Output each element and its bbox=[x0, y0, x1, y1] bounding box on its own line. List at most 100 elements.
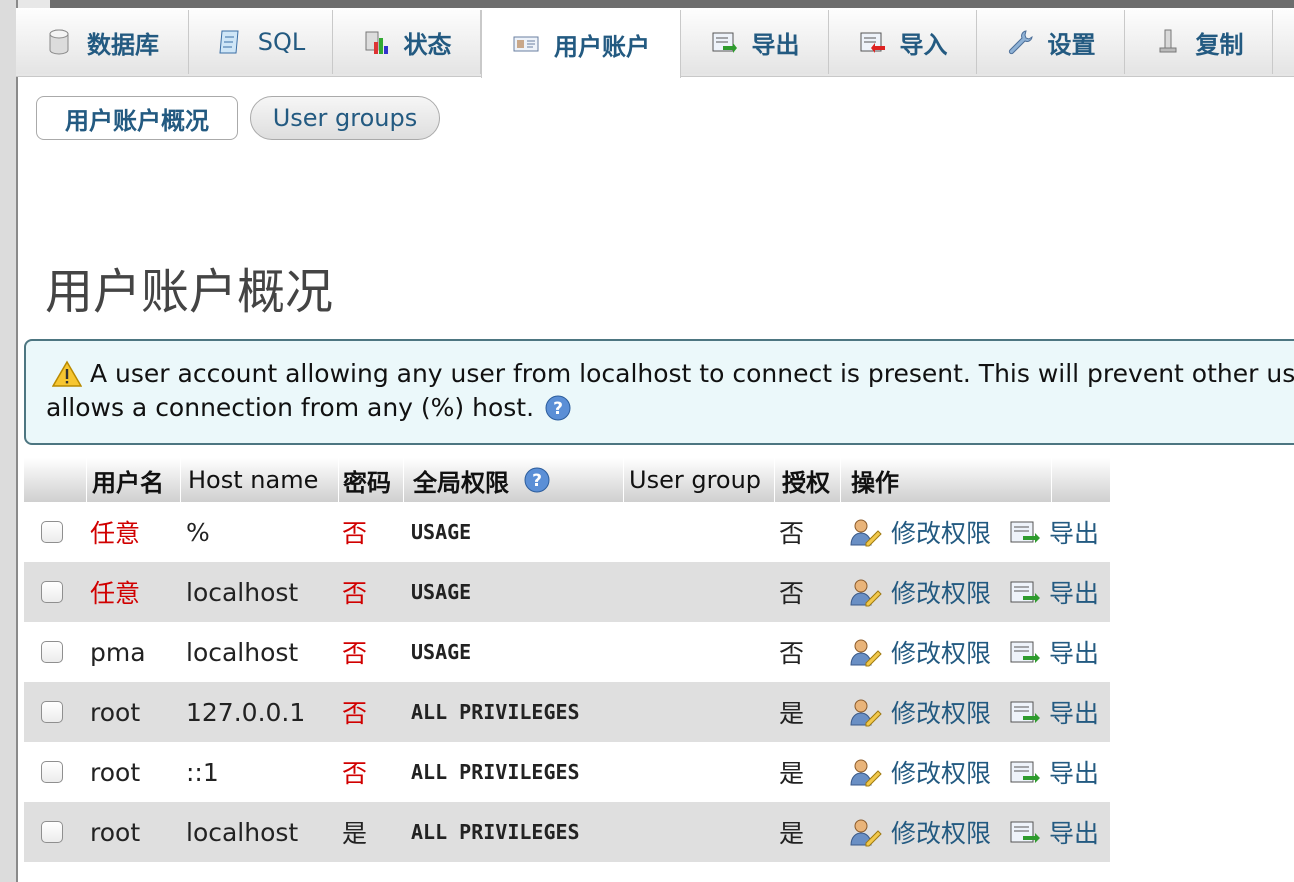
header-hostname[interactable]: Host name bbox=[188, 458, 339, 502]
page-title: 用户账户概况 bbox=[45, 264, 334, 321]
row-checkbox-cell bbox=[41, 682, 63, 742]
tab-label: 导入 bbox=[899, 30, 948, 59]
cell-username: 任意 bbox=[90, 579, 141, 608]
cell-global-privileges: USAGE bbox=[411, 580, 472, 604]
export-label: 导出 bbox=[1049, 579, 1100, 608]
main-tabbar: 数据库 SQL 状态 用户账户 导出 导入 设置 复制 bbox=[16, 8, 1294, 78]
export-icon bbox=[1009, 698, 1041, 726]
header-password[interactable]: 密码 bbox=[343, 458, 404, 502]
tab-export[interactable]: 导出 bbox=[681, 10, 829, 74]
export-label: 导出 bbox=[1049, 819, 1100, 848]
cell-hostname: 127.0.0.1 bbox=[186, 697, 306, 727]
edit-privileges-link[interactable]: 修改权限 bbox=[849, 562, 991, 622]
tab-label: 复制 bbox=[1195, 30, 1244, 59]
cell-global-privileges: ALL PRIVILEGES bbox=[411, 820, 580, 844]
tab-label: 数据库 bbox=[87, 30, 159, 59]
notice-line-2: allows a connection from any (%) host. ? bbox=[46, 393, 572, 422]
row-checkbox[interactable] bbox=[41, 641, 63, 663]
edit-privileges-link[interactable]: 修改权限 bbox=[849, 742, 991, 802]
cell-username: root bbox=[90, 697, 141, 727]
table-row: root localhost 是 ALL PRIVILEGES 是 修改权限 导… bbox=[24, 802, 1110, 862]
tab-import[interactable]: 导入 bbox=[829, 10, 977, 74]
export-link[interactable]: 导出 bbox=[1009, 682, 1099, 742]
cell-username: root bbox=[90, 817, 141, 847]
edit-privileges-link[interactable]: 修改权限 bbox=[849, 802, 991, 862]
tab-status[interactable]: 状态 bbox=[333, 10, 481, 74]
import-icon bbox=[858, 28, 886, 56]
row-checkbox[interactable] bbox=[41, 821, 63, 843]
export-label: 导出 bbox=[1049, 519, 1100, 548]
svg-text:?: ? bbox=[553, 399, 563, 419]
edit-privileges-icon bbox=[849, 817, 883, 847]
edit-privileges-link[interactable]: 修改权限 bbox=[849, 682, 991, 742]
tab-label: 用户账户 bbox=[554, 32, 650, 61]
tab-settings[interactable]: 设置 bbox=[977, 10, 1125, 74]
cell-global-privileges: ALL PRIVILEGES bbox=[411, 760, 580, 784]
cell-password: 否 bbox=[342, 519, 368, 548]
table-row: 任意 localhost 否 USAGE 否 修改权限 导出 bbox=[24, 562, 1110, 622]
cell-hostname: ::1 bbox=[186, 757, 219, 787]
edit-privileges-icon bbox=[849, 517, 883, 547]
tab-label: 设置 bbox=[1047, 30, 1096, 59]
table-row: root ::1 否 ALL PRIVILEGES 是 修改权限 导出 bbox=[24, 742, 1110, 802]
help-icon[interactable]: ? bbox=[544, 394, 572, 422]
tab-database[interactable]: 数据库 bbox=[16, 10, 189, 74]
export-icon bbox=[1009, 758, 1041, 786]
edit-privileges-label: 修改权限 bbox=[891, 579, 992, 608]
top-strip bbox=[0, 0, 1294, 8]
notice-line-1: A user account allowing any user from lo… bbox=[52, 359, 1294, 388]
header-user-group[interactable]: User group bbox=[629, 458, 775, 502]
export-link[interactable]: 导出 bbox=[1009, 562, 1099, 622]
tab-user-accounts[interactable]: 用户账户 bbox=[481, 10, 681, 78]
export-link[interactable]: 导出 bbox=[1009, 742, 1099, 802]
header-global-privileges-label: 全局权限 bbox=[413, 468, 509, 497]
edit-privileges-icon bbox=[849, 697, 883, 727]
row-checkbox-cell bbox=[41, 742, 63, 802]
row-checkbox-cell bbox=[41, 802, 63, 862]
sql-icon bbox=[216, 28, 244, 56]
row-checkbox[interactable] bbox=[41, 521, 63, 543]
header-global-privileges[interactable]: 全局权限 ? bbox=[413, 458, 624, 502]
cell-hostname: % bbox=[186, 517, 210, 547]
export-icon bbox=[1009, 818, 1041, 846]
export-link[interactable]: 导出 bbox=[1009, 622, 1099, 682]
header-grant[interactable]: 授权 bbox=[782, 458, 841, 502]
table-row: 任意 % 否 USAGE 否 修改权限 导出 bbox=[24, 502, 1110, 562]
export-link[interactable]: 导出 bbox=[1009, 802, 1099, 862]
tab-label: SQL bbox=[257, 28, 306, 56]
header-username[interactable]: 用户名 bbox=[92, 458, 181, 502]
row-checkbox[interactable] bbox=[41, 761, 63, 783]
export-icon bbox=[1009, 518, 1041, 546]
help-icon[interactable]: ? bbox=[523, 466, 551, 494]
cell-global-privileges: USAGE bbox=[411, 520, 472, 544]
edit-privileges-link[interactable]: 修改权限 bbox=[849, 622, 991, 682]
row-checkbox[interactable] bbox=[41, 581, 63, 603]
tab-sql[interactable]: SQL bbox=[189, 10, 333, 74]
cell-grant: 是 bbox=[779, 759, 805, 788]
notice-text-1: A user account allowing any user from lo… bbox=[90, 359, 1294, 388]
cell-hostname: localhost bbox=[186, 817, 299, 847]
edit-privileges-icon bbox=[849, 637, 883, 667]
export-icon bbox=[1009, 638, 1041, 666]
cell-username: pma bbox=[90, 637, 146, 667]
export-link[interactable]: 导出 bbox=[1009, 502, 1099, 562]
cell-global-privileges: ALL PRIVILEGES bbox=[411, 700, 580, 724]
cell-grant: 否 bbox=[779, 579, 805, 608]
tab-more[interactable] bbox=[1273, 10, 1294, 74]
row-checkbox-cell bbox=[41, 562, 63, 622]
edit-privileges-label: 修改权限 bbox=[891, 639, 992, 668]
tab-replication[interactable]: 复制 bbox=[1125, 10, 1273, 74]
settings-wrench-icon bbox=[1006, 28, 1034, 56]
cell-username: 任意 bbox=[90, 519, 141, 548]
phpmyadmin-window: 数据库 SQL 状态 用户账户 导出 导入 设置 复制 用户账户概况 User … bbox=[0, 0, 1294, 882]
cell-username: root bbox=[90, 757, 141, 787]
warning-notice: A user account allowing any user from lo… bbox=[24, 339, 1294, 445]
row-checkbox[interactable] bbox=[41, 701, 63, 723]
subtab-user-groups[interactable]: User groups bbox=[250, 96, 440, 140]
header-action: 操作 bbox=[851, 458, 1052, 502]
cell-hostname: localhost bbox=[186, 637, 299, 667]
edit-privileges-link[interactable]: 修改权限 bbox=[849, 502, 991, 562]
cell-grant: 否 bbox=[779, 639, 805, 668]
cell-grant: 是 bbox=[779, 699, 805, 728]
subtab-user-overview[interactable]: 用户账户概况 bbox=[36, 96, 238, 140]
